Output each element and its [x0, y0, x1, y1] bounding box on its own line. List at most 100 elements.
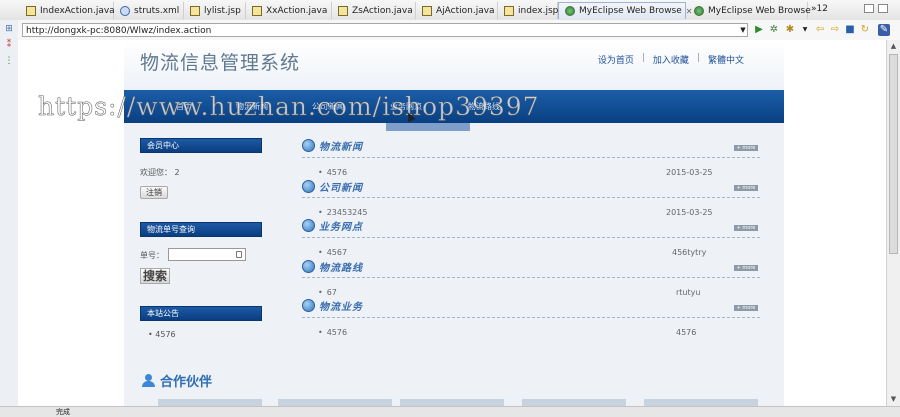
xml-file-icon [120, 5, 130, 16]
tracking-number-input[interactable] [168, 248, 246, 261]
nav-home[interactable]: 首页 [176, 101, 192, 112]
item-date: 456tytry [672, 248, 707, 257]
left-toolbar: ⊞ ⁑ ⋮ [0, 20, 19, 416]
vertical-scrollbar[interactable]: ▲ ▼ [886, 40, 900, 406]
stop-icon[interactable]: ■ [844, 24, 856, 36]
partner-logo[interactable] [400, 399, 504, 406]
java-file-icon [252, 5, 262, 16]
more-button[interactable]: + more [734, 225, 758, 231]
item-date: 2015-03-25 [666, 168, 713, 177]
java-file-icon [422, 5, 432, 16]
divider [302, 237, 760, 238]
globe-icon [302, 260, 315, 273]
list-item[interactable]: • 4567 [318, 248, 347, 257]
tracking-query-header: 物流单号查询 [140, 222, 262, 237]
globe-icon [302, 219, 315, 232]
lock-icon [236, 251, 242, 258]
java-file-icon [26, 5, 36, 16]
tab-indexaction-java[interactable]: IndexAction.java [20, 2, 115, 19]
person-icon [142, 374, 155, 387]
site-header: 物流信息管理系统 设为首页 | 加入收藏 | 繁體中文 [124, 40, 784, 90]
tab-struts-xml[interactable]: struts.xml [114, 2, 184, 19]
more-button[interactable]: + more [734, 145, 758, 151]
section-business-outlets: 业务网点 [302, 218, 363, 233]
browser-viewport: 物流信息管理系统 设为首页 | 加入收藏 | 繁體中文 首页 物流新闻 公司新闻… [18, 40, 886, 406]
section-logistics-news: 物流新闻 [302, 138, 363, 153]
maximize-icon[interactable] [878, 4, 888, 13]
tab-xxaction-java[interactable]: XxAction.java [246, 2, 332, 19]
partner-logo[interactable] [158, 399, 262, 406]
debug-icon[interactable]: ✲ [768, 24, 780, 36]
tracking-no-label: 单号： [140, 251, 164, 260]
section-logistics-routes: 物流路线 [302, 259, 363, 274]
java-file-icon [338, 5, 348, 16]
divider [302, 277, 760, 278]
explorer-icon[interactable]: ⊞ [4, 24, 14, 34]
tab-web-browser[interactable]: MyEclipse Web Browse [688, 2, 811, 19]
section-company-news: 公司新闻 [302, 179, 363, 194]
divider [302, 317, 760, 318]
tab-ajaction-java[interactable]: AjAction.java [416, 2, 498, 19]
nav-logistics-news[interactable]: 物流新闻 [236, 101, 268, 112]
globe-icon [565, 6, 575, 16]
chevron-down-icon[interactable]: ▼ [737, 24, 749, 36]
list-item[interactable]: • 23453245 [318, 208, 367, 217]
go-icon[interactable]: ▶ [753, 24, 765, 36]
section-logistics-business: 物流业务 [302, 298, 363, 313]
list-item[interactable]: • 4576 [318, 168, 347, 177]
nav-company-news[interactable]: 公司新闻 [312, 101, 344, 112]
partner-logo[interactable] [522, 399, 626, 406]
top-links: 设为首页 | 加入收藏 | 繁體中文 [597, 53, 744, 66]
editor-tab-bar: IndexAction.java struts.xml lylist.jsp X… [0, 0, 900, 21]
add-favorite-link[interactable]: 加入收藏 [653, 53, 689, 66]
scroll-down-icon[interactable]: ▼ [888, 394, 899, 405]
forward-icon[interactable]: ⇨ [829, 24, 841, 36]
item-date: rtutyu [676, 288, 701, 297]
tab-web-browser-active[interactable]: MyEclipse Web Browse ✕ [558, 2, 692, 19]
more-button[interactable]: + more [734, 185, 758, 191]
divider [302, 197, 760, 198]
site-notice-header: 本站公告 [140, 306, 262, 321]
more-button[interactable]: + more [734, 265, 758, 271]
settings-icon[interactable]: ✱ [784, 24, 796, 36]
list-item[interactable]: • 4576 [318, 328, 347, 337]
tab-index-jsp[interactable]: index.jsp [498, 2, 558, 19]
nav-logistics-routes[interactable]: 物流路线 [468, 101, 500, 112]
tab-overflow-indicator[interactable]: »12 [811, 4, 828, 14]
status-bar: 完成 [0, 406, 900, 417]
traditional-chinese-link[interactable]: 繁體中文 [708, 53, 744, 66]
jsp-file-icon [504, 5, 514, 16]
tab-lylist-jsp[interactable]: lylist.jsp [184, 2, 246, 19]
main-nav: 首页 物流新闻 公司新闻 业务网点 物流路线 [124, 90, 784, 123]
partner-logo[interactable] [644, 399, 758, 406]
site-title: 物流信息管理系统 [140, 52, 301, 74]
tab-zsaction-java[interactable]: ZsAction.java [332, 2, 416, 19]
hierarchy-icon[interactable]: ⁑ [4, 40, 14, 50]
partners-header: 合作伙伴 [142, 371, 212, 390]
url-input[interactable]: http://dongxk-pc:8080/Wlwz/index.action [22, 23, 748, 37]
scrollbar-thumb[interactable] [889, 54, 898, 254]
globe-icon [302, 139, 315, 152]
globe-icon [302, 180, 315, 193]
outline-icon[interactable]: ⋮ [4, 56, 14, 66]
globe-icon [302, 299, 315, 312]
more-button[interactable]: + more [734, 305, 758, 311]
member-center-header: 会员中心 [140, 138, 262, 153]
partner-logo[interactable] [278, 399, 392, 406]
nav-business-outlets[interactable]: 业务网点 [390, 101, 422, 112]
logout-button[interactable]: 注销 [140, 186, 168, 199]
item-date: 2015-03-25 [666, 208, 713, 217]
minimize-icon[interactable] [864, 4, 874, 13]
list-item[interactable]: • 67 [318, 288, 337, 297]
set-homepage-link[interactable]: 设为首页 [598, 53, 634, 66]
chevron-down-icon[interactable]: ▼ [799, 24, 811, 36]
refresh-icon[interactable]: ↻ [859, 24, 871, 36]
nav-active-indicator [386, 123, 470, 131]
notice-item[interactable]: • 4576 [148, 330, 176, 339]
browser-menu-icon[interactable]: ✎ [878, 24, 890, 36]
jsp-file-icon [190, 5, 200, 16]
back-icon[interactable]: ⇦ [814, 24, 826, 36]
search-button[interactable]: 搜索 [140, 268, 170, 284]
scroll-up-icon[interactable]: ▲ [888, 41, 899, 52]
web-page: 物流信息管理系统 设为首页 | 加入收藏 | 繁體中文 首页 物流新闻 公司新闻… [124, 40, 784, 406]
